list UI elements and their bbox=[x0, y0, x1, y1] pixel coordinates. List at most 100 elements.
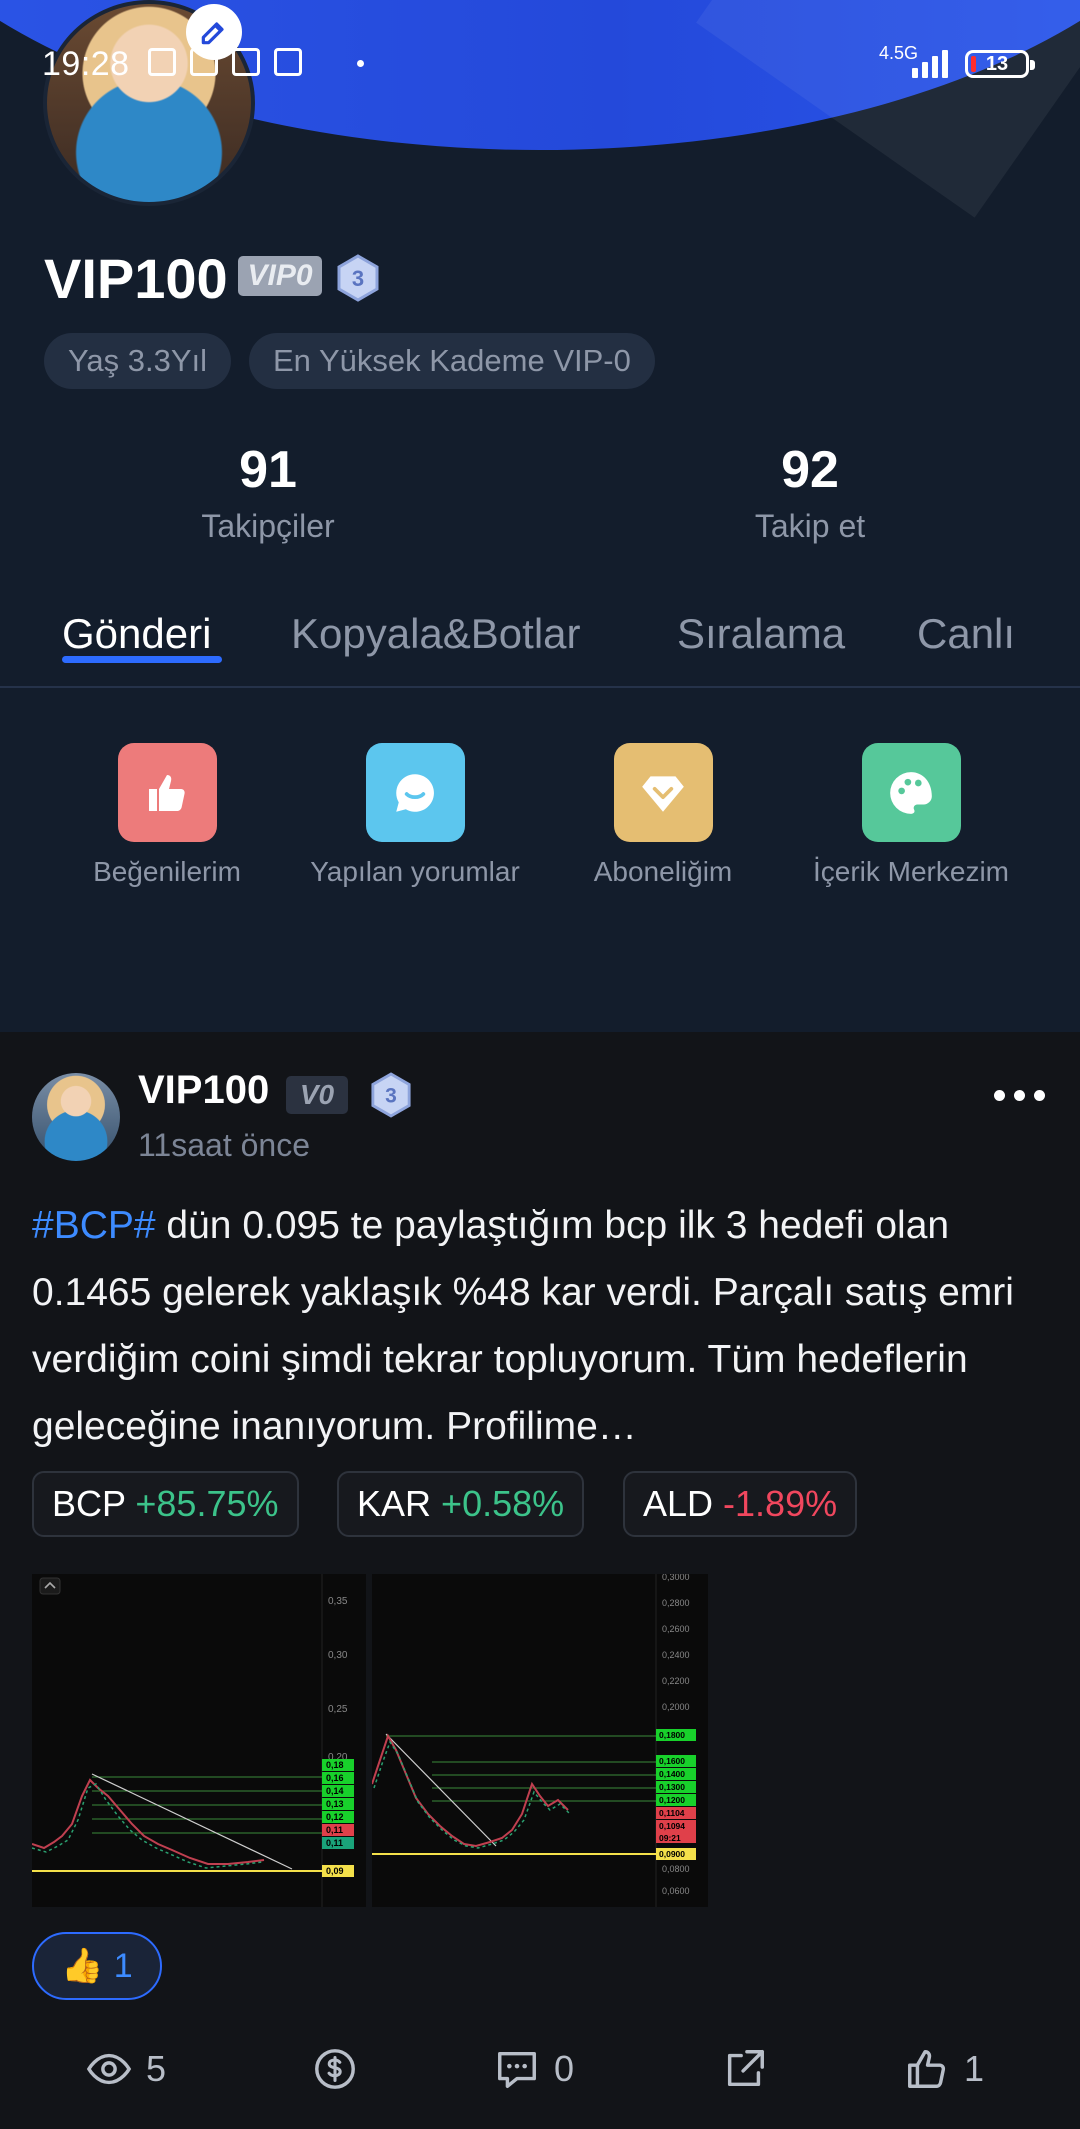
coin-change: -1.89% bbox=[723, 1483, 838, 1524]
chart-image-left[interactable]: 0,35 0,30 0,25 0,20 0,18 0,16 0,14 0,13 … bbox=[32, 1574, 366, 1907]
comment-icon bbox=[498, 2051, 536, 2088]
shortcut-label: Yapılan yorumlar bbox=[310, 856, 520, 887]
price-tag: 0,12 bbox=[326, 1812, 344, 1822]
post-author-name[interactable]: VIP100 bbox=[138, 1068, 269, 1113]
active-tab-indicator bbox=[62, 656, 222, 663]
svg-text:3: 3 bbox=[352, 266, 364, 291]
post-hashtag[interactable]: #BCP# bbox=[32, 1204, 156, 1247]
coin-chip-kar[interactable]: KAR +0.58% bbox=[337, 1471, 585, 1537]
axis-tick: 0,0800 bbox=[662, 1864, 690, 1874]
coin-symbol: KAR bbox=[357, 1483, 432, 1524]
share-button[interactable] bbox=[722, 2046, 782, 2092]
axis-tick: 0,2800 bbox=[662, 1598, 690, 1608]
upload-icon bbox=[232, 48, 260, 76]
axis-tick: 0,35 bbox=[328, 1596, 348, 1607]
thumbs-up-icon bbox=[117, 743, 217, 842]
price-tag: 0,09 bbox=[326, 1866, 344, 1876]
level-badge-icon: 3 bbox=[337, 254, 379, 302]
battery-icon: 13 bbox=[965, 50, 1035, 78]
shortcut-label: İçerik Merkezim bbox=[812, 856, 1009, 887]
shortcut-content-center[interactable]: İçerik Merkezim bbox=[786, 743, 1036, 888]
post-images[interactable]: 0,35 0,30 0,25 0,20 0,18 0,16 0,14 0,13 … bbox=[32, 1574, 708, 1907]
price-tag: 0,11 bbox=[326, 1825, 343, 1835]
profile-tabs: Gönderi Kopyala&Botlar Sıralama Canlı bbox=[0, 600, 1080, 688]
price-tag: 0,0900 bbox=[659, 1849, 685, 1859]
chat-bubble-icon bbox=[365, 743, 465, 842]
price-tag: 09:21 bbox=[659, 1833, 681, 1843]
shortcut-subscription[interactable]: Aboneliğim bbox=[538, 743, 788, 888]
price-tag: 0,16 bbox=[326, 1773, 344, 1783]
shortcut-label: Beğenilerim bbox=[93, 856, 241, 887]
diamond-icon bbox=[613, 743, 713, 842]
post-vip-badge: V0 bbox=[286, 1076, 348, 1114]
shortcut-comments[interactable]: Yapılan yorumlar bbox=[290, 743, 540, 888]
price-tag: 0,1200 bbox=[659, 1795, 685, 1805]
chart-screenshot-right: 0,3000 0,2800 0,2600 0,2400 0,2200 0,200… bbox=[372, 1574, 696, 1907]
profile-username: VIP100 bbox=[44, 247, 228, 310]
comment-button[interactable]: 0 bbox=[494, 2046, 574, 2092]
chart-screenshot-left: 0,35 0,30 0,25 0,20 0,18 0,16 0,14 0,13 … bbox=[32, 1574, 354, 1907]
signal-icon bbox=[912, 48, 948, 78]
svg-text:3: 3 bbox=[385, 1085, 397, 1108]
tab-live[interactable]: Canlı bbox=[917, 610, 1015, 658]
eye-icon bbox=[86, 2053, 132, 2085]
palette-icon bbox=[861, 743, 961, 842]
post-author-avatar[interactable] bbox=[32, 1073, 120, 1161]
price-tag: 0,13 bbox=[326, 1799, 344, 1809]
coin-symbol: ALD bbox=[643, 1483, 714, 1524]
gallery-icon bbox=[190, 48, 218, 76]
views-button[interactable]: 5 bbox=[86, 2046, 166, 2092]
tab-ranking[interactable]: Sıralama bbox=[677, 610, 845, 658]
price-tag: 0,1094 bbox=[659, 1821, 685, 1831]
views-count: 5 bbox=[146, 2048, 167, 2089]
axis-tick: 0,0600 bbox=[662, 1886, 690, 1896]
notification-dot bbox=[357, 60, 364, 67]
account-age-chip: Yaş 3.3Yıl bbox=[44, 333, 232, 389]
price-tag: 0,1400 bbox=[659, 1769, 685, 1779]
share-icon bbox=[727, 2050, 764, 2087]
shortcut-likes[interactable]: Beğenilerim bbox=[42, 743, 292, 888]
coin-chip-ald[interactable]: ALD -1.89% bbox=[623, 1471, 858, 1537]
shortcut-label: Aboneliğim bbox=[593, 856, 733, 887]
like-button[interactable]: 1 bbox=[904, 2046, 984, 2092]
chart-image-right[interactable]: 0,3000 0,2800 0,2600 0,2400 0,2200 0,200… bbox=[372, 1574, 708, 1907]
reaction-chip[interactable]: 👍 1 bbox=[32, 1932, 162, 2000]
axis-tick: 0,2400 bbox=[662, 1650, 690, 1660]
nfc-icon bbox=[148, 48, 176, 76]
axis-tick: 0,2600 bbox=[662, 1624, 690, 1634]
price-tag: 0,1104 bbox=[659, 1808, 685, 1818]
more-options-icon[interactable] bbox=[994, 1080, 1045, 1111]
vip-tier-chip: En Yüksek Kademe VIP-0 bbox=[249, 333, 655, 389]
status-time: 19:28 bbox=[42, 45, 130, 83]
followers-label[interactable]: Takipçiler bbox=[118, 508, 418, 545]
price-tag: 0,1300 bbox=[659, 1782, 685, 1792]
battery-level: 13 bbox=[985, 53, 1009, 75]
post-timestamp: 11saat önce bbox=[138, 1127, 310, 1163]
price-tag: 0,1600 bbox=[659, 1756, 685, 1766]
coin-icon bbox=[315, 2049, 355, 2089]
coin-change: +85.75% bbox=[135, 1483, 279, 1524]
following-label[interactable]: Takip et bbox=[660, 508, 960, 545]
post-body[interactable]: #BCP# dün 0.095 te paylaştığım bcp ilk 3… bbox=[32, 1192, 1048, 1460]
comments-count: 0 bbox=[554, 2048, 575, 2089]
tab-posts[interactable]: Gönderi bbox=[62, 610, 211, 658]
price-tag: 0,11 bbox=[326, 1838, 343, 1848]
axis-tick: 0,30 bbox=[328, 1650, 348, 1661]
coin-change: +0.58% bbox=[441, 1483, 565, 1524]
price-tag: 0,18 bbox=[326, 1760, 344, 1770]
gallery-icon bbox=[274, 48, 302, 76]
notification-icons bbox=[148, 48, 302, 76]
tip-button[interactable] bbox=[312, 2046, 372, 2092]
thumbs-up-emoji: 👍 bbox=[61, 1947, 104, 1985]
following-count[interactable]: 92 bbox=[660, 440, 960, 500]
axis-tick: 0,2200 bbox=[662, 1676, 690, 1686]
tab-copy-bots[interactable]: Kopyala&Botlar bbox=[291, 610, 581, 658]
coin-symbol: BCP bbox=[52, 1483, 126, 1524]
status-bar: 19:28 4.5G 13 bbox=[0, 0, 1080, 130]
axis-tick: 0,2000 bbox=[662, 1702, 690, 1712]
axis-tick: 0,3000 bbox=[662, 1574, 690, 1582]
coin-chip-bcp[interactable]: BCP +85.75% bbox=[32, 1471, 299, 1537]
profile-header: 19:28 4.5G 13 VIP100 VIP0 3 Yaş 3.3Yıl E… bbox=[0, 0, 1080, 1032]
vip-badge: VIP0 bbox=[238, 256, 322, 296]
followers-count[interactable]: 91 bbox=[118, 440, 418, 500]
